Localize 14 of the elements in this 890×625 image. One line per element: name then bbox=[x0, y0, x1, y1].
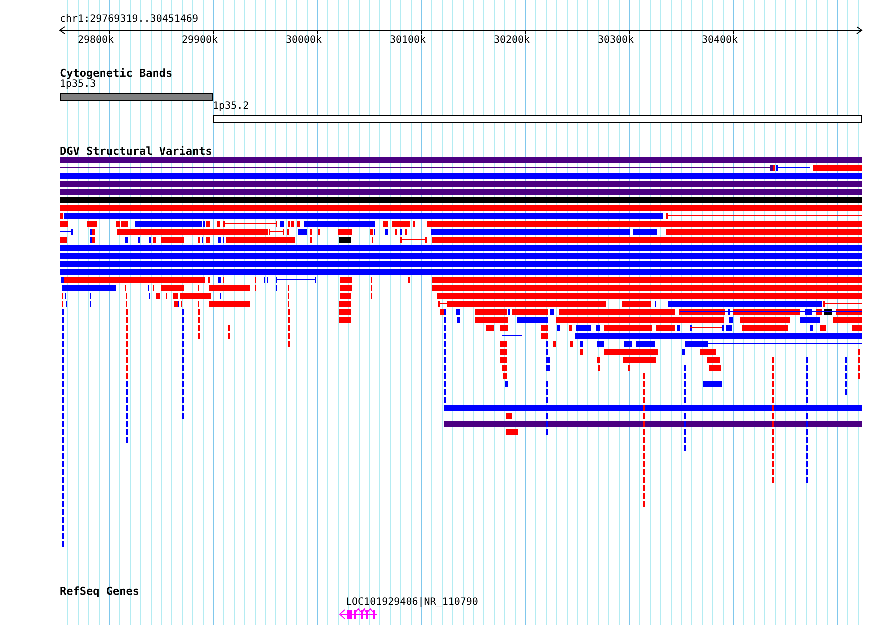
tick-label: 30400k bbox=[700, 36, 740, 46]
tick-label: 29900k bbox=[180, 36, 220, 46]
tick-label: 29800k bbox=[76, 36, 116, 46]
locus-label: chr1:29769319..30451469 bbox=[60, 15, 198, 25]
track-title: RefSeq Genes bbox=[60, 586, 140, 597]
tick-label: 30000k bbox=[284, 36, 324, 46]
track-title: DGV Structural Variants bbox=[60, 146, 212, 157]
band-label: 1p35.2 bbox=[213, 102, 250, 112]
tick-label: 30300k bbox=[596, 36, 636, 46]
band-label: 1p35.3 bbox=[60, 80, 96, 90]
track-title: Cytogenetic Bands bbox=[60, 68, 173, 79]
tick-label: 30100k bbox=[388, 36, 428, 46]
tick-label: 30200k bbox=[492, 36, 532, 46]
gene-label: LOC101929406|NR_110790 bbox=[346, 598, 478, 608]
